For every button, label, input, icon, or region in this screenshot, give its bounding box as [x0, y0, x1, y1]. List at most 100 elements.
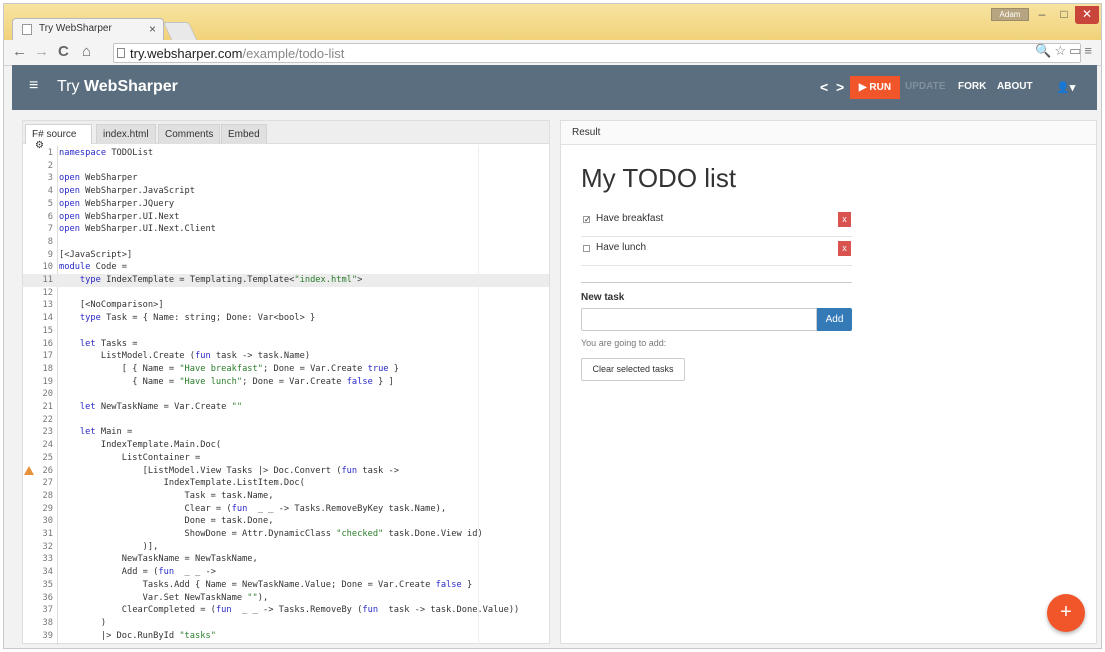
line-number: 8: [47, 236, 53, 247]
address-bar[interactable]: try.websharper.com/example/todo-list: [113, 43, 1081, 63]
line-number: 13: [42, 300, 53, 311]
code-line[interactable]: 14 type Task = { Name: string; Done: Var…: [23, 312, 549, 325]
tab-fsharp-source[interactable]: F# source ⚙: [25, 124, 92, 151]
code-line[interactable]: 8: [23, 236, 549, 249]
code-line[interactable]: 18 [ { Name = "Have breakfast"; Done = V…: [23, 363, 549, 376]
code-text: |> Doc.RunById "tasks": [59, 630, 216, 643]
tab-embed[interactable]: Embed: [221, 124, 267, 144]
code-line[interactable]: 29 Clear = (fun _ _ -> Tasks.RemoveByKey…: [23, 503, 549, 516]
line-number: 17: [42, 351, 53, 362]
code-line[interactable]: 12: [23, 287, 549, 300]
update-button[interactable]: UPDATE: [905, 81, 945, 92]
code-line[interactable]: 26 [ListModel.View Tasks |> Doc.Convert …: [23, 465, 549, 478]
code-text: let Main =: [59, 426, 132, 439]
line-number: 35: [42, 579, 53, 590]
next-example-button[interactable]: >: [836, 79, 844, 95]
remove-task-button[interactable]: x: [838, 241, 851, 256]
code-keyword: open: [59, 186, 86, 197]
code-line[interactable]: 17 ListModel.Create (fun task -> task.Na…: [23, 350, 549, 363]
code-line[interactable]: 21 let NewTaskName = Var.Create "": [23, 401, 549, 414]
code-line[interactable]: 16 let Tasks =: [23, 338, 549, 351]
code-line[interactable]: 36 Var.Set NewTaskName ""),: [23, 592, 549, 605]
line-number: 24: [42, 440, 53, 451]
code-line[interactable]: 33 NewTaskName = NewTaskName,: [23, 553, 549, 566]
code-token: WebSharper: [85, 173, 138, 184]
code-line[interactable]: 9 [<JavaScript>]: [23, 249, 549, 262]
line-number: 22: [42, 414, 53, 425]
code-text: ShowDone = Attr.DynamicClass "checked" t…: [59, 528, 483, 541]
code-line[interactable]: 4 open WebSharper.JavaScript: [23, 185, 549, 198]
code-line[interactable]: 28 Task = task.Name,: [23, 490, 549, 503]
code-line[interactable]: 10 module Code =: [23, 261, 549, 274]
minimize-button[interactable]: –: [1031, 6, 1053, 24]
code-line[interactable]: 37 ClearCompleted = (fun _ _ -> Tasks.Re…: [23, 604, 549, 617]
close-tab-icon[interactable]: ×: [149, 22, 156, 36]
code-line[interactable]: 35 Tasks.Add { Name = NewTaskName.Value;…: [23, 579, 549, 592]
code-token: TODOList: [111, 148, 154, 158]
code-token: [ { Name =: [59, 363, 180, 374]
code-line[interactable]: 31 ShowDone = Attr.DynamicClass "checked…: [23, 528, 549, 541]
code-line[interactable]: 13 [<NoComparison>]: [23, 299, 549, 312]
code-line[interactable]: 32 )],: [23, 541, 549, 554]
line-number: 36: [42, 592, 53, 603]
new-tab-button[interactable]: [162, 22, 198, 40]
code-line[interactable]: 2: [23, 160, 549, 173]
code-text: ListContainer =: [59, 452, 200, 465]
code-line[interactable]: 22: [23, 414, 549, 427]
about-button[interactable]: ABOUT: [997, 81, 1033, 92]
code-line[interactable]: 27 IndexTemplate.ListItem.Doc(: [23, 477, 549, 490]
url-domain: try.websharper.com: [130, 46, 243, 61]
code-keyword: false: [346, 376, 373, 387]
code-line[interactable]: 24 IndexTemplate.Main.Doc(: [23, 439, 549, 452]
fork-button[interactable]: FORK: [958, 81, 986, 92]
line-number: 19: [42, 376, 53, 387]
code-line[interactable]: 11 type IndexTemplate = Templating.Templ…: [23, 274, 549, 287]
new-task-input[interactable]: [581, 308, 817, 331]
profile-badge[interactable]: Adam: [991, 8, 1029, 21]
code-line[interactable]: 6 open WebSharper.UI.Next: [23, 211, 549, 224]
code-line[interactable]: 15: [23, 325, 549, 338]
browser-action-icons[interactable]: 🔍☆▭≡: [1035, 43, 1095, 59]
code-text: Add = (fun _ _ ->: [59, 566, 216, 579]
home-icon[interactable]: ⌂: [82, 43, 91, 61]
code-line[interactable]: 5 open WebSharper.JQuery: [23, 198, 549, 211]
code-line[interactable]: 25 ListContainer =: [23, 452, 549, 465]
add-button[interactable]: Add: [817, 308, 852, 331]
tab-comments[interactable]: Comments: [158, 124, 221, 144]
hamburger-menu-icon[interactable]: ≡: [29, 77, 38, 95]
tab-index-html[interactable]: index.html: [96, 124, 156, 144]
clear-selected-button[interactable]: Clear selected tasks: [581, 358, 685, 381]
maximize-button[interactable]: □: [1053, 6, 1075, 24]
code-line[interactable]: 3 open WebSharper: [23, 172, 549, 185]
add-fab-button[interactable]: +: [1047, 594, 1085, 632]
close-window-button[interactable]: ✕: [1075, 6, 1099, 24]
code-token: Code =: [95, 262, 128, 273]
code-line[interactable]: 20: [23, 388, 549, 401]
code-keyword: true: [367, 363, 389, 374]
code-line[interactable]: 38 ): [23, 617, 549, 630]
code-line[interactable]: 19 { Name = "Have lunch"; Done = Var.Cre…: [23, 376, 549, 389]
user-menu-icon[interactable]: 👤▾: [1056, 81, 1075, 94]
code-line[interactable]: 23 let Main =: [23, 426, 549, 439]
back-icon[interactable]: ←: [12, 43, 27, 61]
todo-checkbox[interactable]: [583, 245, 590, 252]
page-icon: [22, 24, 32, 35]
remove-task-button[interactable]: x: [838, 212, 851, 227]
code-line[interactable]: 39 |> Doc.RunById "tasks": [23, 630, 549, 643]
code-text: type Task = { Name: string; Done: Var<bo…: [59, 312, 315, 325]
code-token: _ _ -> Tasks.RemoveBy (: [236, 605, 363, 616]
prev-example-button[interactable]: <: [820, 79, 828, 95]
code-token: WebSharper.JavaScript: [85, 186, 195, 197]
code-line[interactable]: 30 Done = task.Done,: [23, 515, 549, 528]
run-button[interactable]: ▶ RUN: [850, 76, 900, 99]
forward-icon[interactable]: →: [34, 43, 49, 61]
code-line[interactable]: 1 namespace TODOList: [23, 147, 549, 160]
line-number: 33: [42, 554, 53, 565]
browser-tab[interactable]: Try WebSharper ×: [12, 18, 164, 40]
reload-icon[interactable]: C: [58, 43, 69, 61]
code-line[interactable]: 7 open WebSharper.UI.Next.Client: [23, 223, 549, 236]
code-line[interactable]: 34 Add = (fun _ _ ->: [23, 566, 549, 579]
todo-checkbox[interactable]: ✓: [583, 216, 591, 224]
code-text: Done = task.Done,: [59, 515, 274, 528]
code-area[interactable]: 1 namespace TODOList 2 3 open WebSharper 4 ope…: [23, 145, 549, 645]
